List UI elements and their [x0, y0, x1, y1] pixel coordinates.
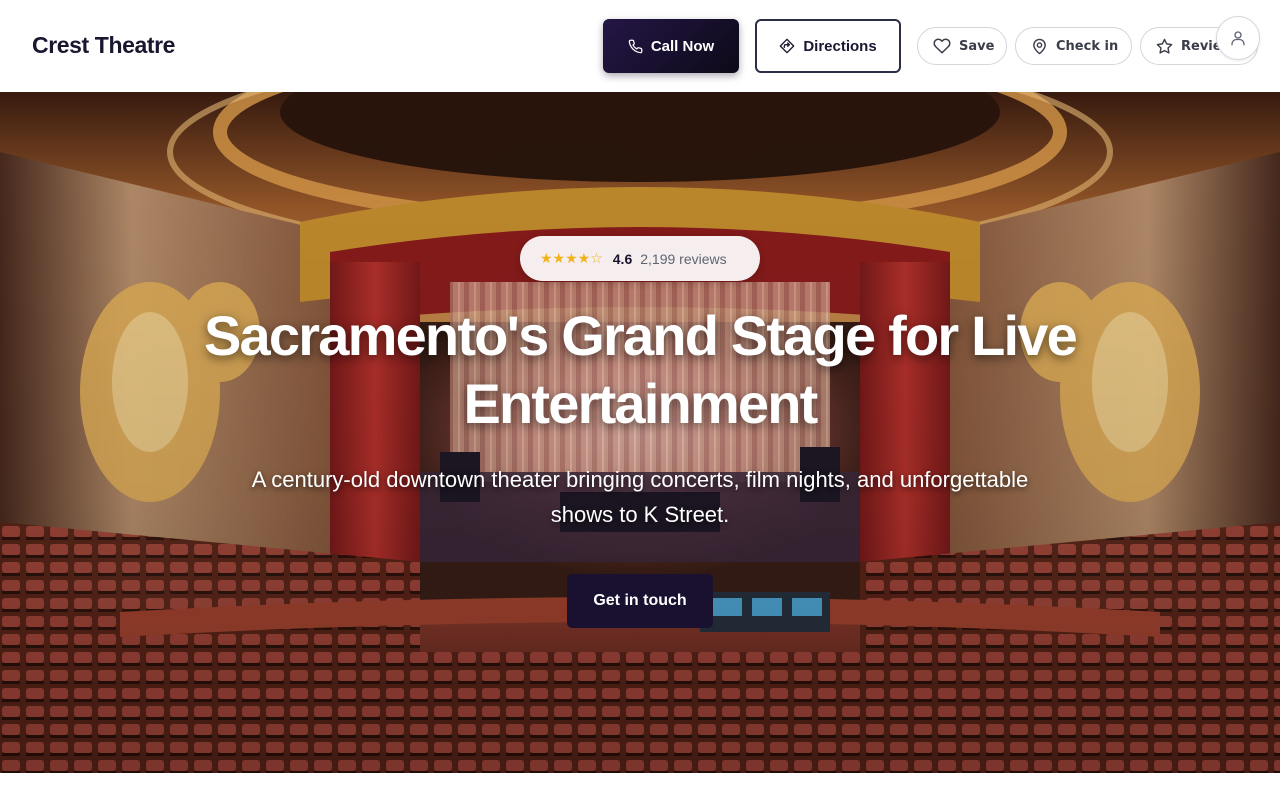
rating-badge: ★★★★☆ 4.6 2,199 reviews: [520, 236, 760, 281]
hero-subtitle: A century-old downtown theater bringing …: [251, 467, 1029, 527]
call-now-button[interactable]: Call Now: [603, 19, 739, 73]
rating-stars: ★★★★☆: [540, 250, 603, 267]
directions-button[interactable]: Directions: [755, 19, 901, 73]
phone-icon: [628, 39, 643, 54]
directions-label: Directions: [803, 37, 877, 55]
hero-title: Sacramento's Grand Stage for Live Entert…: [204, 304, 1078, 435]
review-count[interactable]: 2,199 reviews: [640, 251, 726, 267]
site-header: Crest Theatre Call Now Directions Save C…: [0, 0, 1280, 92]
call-now-label: Call Now: [650, 37, 715, 55]
brand-name[interactable]: Crest Theatre: [32, 32, 175, 59]
check-in-button[interactable]: Check in: [1015, 27, 1132, 65]
rating-value: 4.6: [612, 250, 633, 267]
save-label: Save: [959, 38, 995, 54]
get-in-touch-button[interactable]: Get in touch: [567, 574, 713, 628]
check-in-label: Check in: [1056, 38, 1119, 54]
user-icon: [1229, 29, 1247, 47]
map-pin-icon: [1031, 38, 1048, 55]
star-icon: [1156, 38, 1173, 55]
hero-section: ★★★★☆ 4.6 2,199 reviews Sacramento's Gra…: [0, 92, 1280, 773]
account-button[interactable]: [1216, 16, 1260, 60]
save-button[interactable]: Save: [917, 27, 1007, 65]
heart-icon: [933, 37, 951, 55]
directions-icon: [779, 38, 795, 54]
